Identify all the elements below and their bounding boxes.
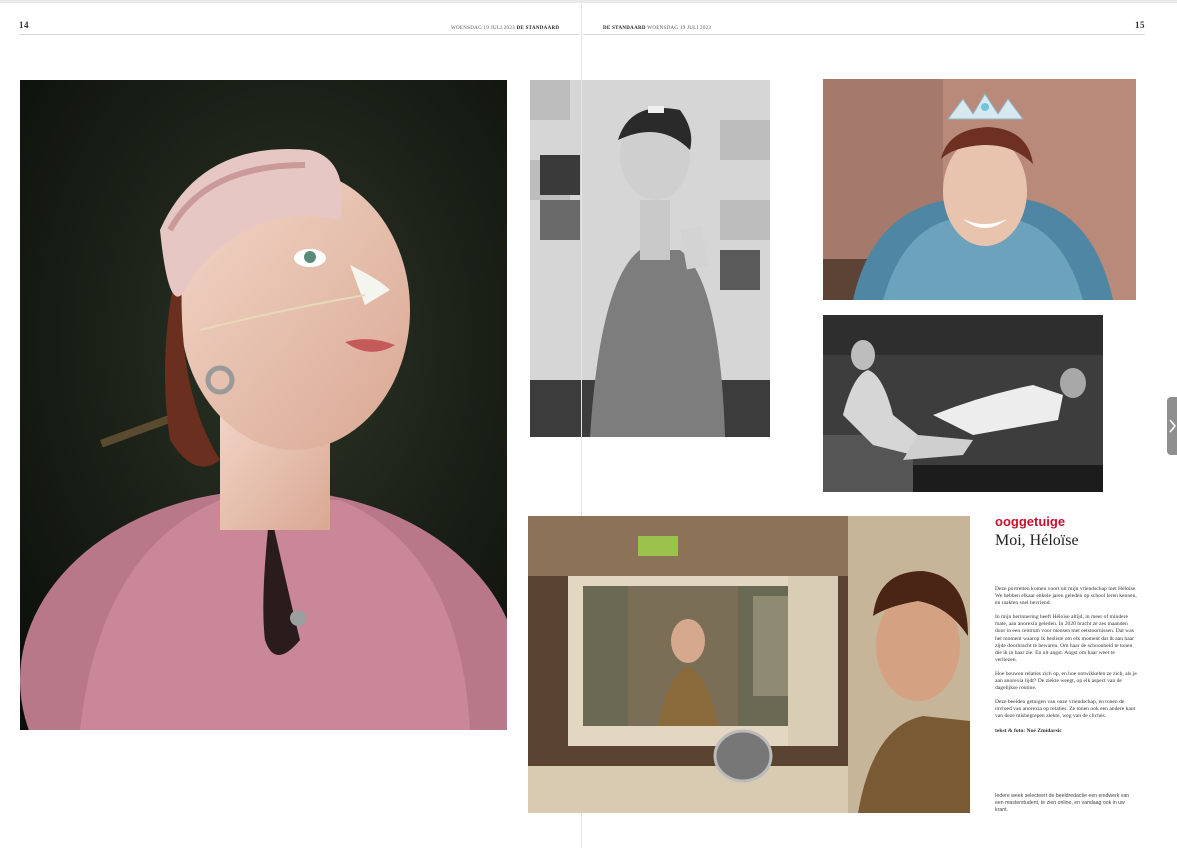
left-header-dateline: WOENSDAG 19 JULI 2023 DE STANDAARD: [451, 26, 559, 31]
photo-portrait-nasal-tube: [20, 80, 507, 730]
article-credit: tekst & foto: Noé Zmidarsic: [995, 727, 1062, 734]
article-title: Moi, Héloïse: [995, 532, 1079, 549]
article-footnote: Iedere week selecteert de beeldredactie …: [995, 793, 1130, 813]
right-page-number: 15: [1135, 20, 1145, 30]
article-paragraph: In mijn herinnering heeft Héloïse altijd…: [995, 614, 1135, 663]
left-header-rule: [19, 34, 579, 35]
photo-portrait-tiara-fur: [823, 79, 1136, 300]
photo-bathroom-mirror-scene: [528, 516, 970, 813]
right-header-dateline: DE STANDAARD WOENSDAG 19 JULI 2023: [603, 26, 711, 31]
next-page-tab[interactable]: [1167, 397, 1177, 455]
photo-bw-friends-on-couch: [823, 315, 1103, 492]
article-header: ooggetuige Moi, Héloïse: [995, 514, 1140, 550]
left-header-brand: DE STANDAARD: [516, 26, 560, 31]
article-paragraph: Deze portretten komen voort uit mijn vri…: [995, 586, 1137, 607]
article-body: Deze portretten komen voort uit mijn vri…: [995, 586, 1137, 742]
right-header-date: WOENSDAG 19 JULI 2023: [647, 26, 712, 31]
photo-bw-portrait-tiled-wall: [530, 80, 770, 437]
viewer-top-bar: [0, 0, 1177, 3]
article-paragraph: Deze beelden getuigen van onze vriendsch…: [995, 699, 1136, 720]
article-paragraph: Hoe bouwen relaties zich op, en hoe ontw…: [995, 670, 1137, 692]
chevron-right-icon: [1169, 419, 1177, 433]
right-header-rule: [583, 34, 1145, 35]
left-page-number: 14: [19, 20, 29, 30]
left-header-date: WOENSDAG 19 JULI 2023: [451, 26, 515, 31]
right-header-brand: DE STANDAARD: [603, 26, 646, 31]
article-kicker: ooggetuige: [995, 514, 1066, 529]
